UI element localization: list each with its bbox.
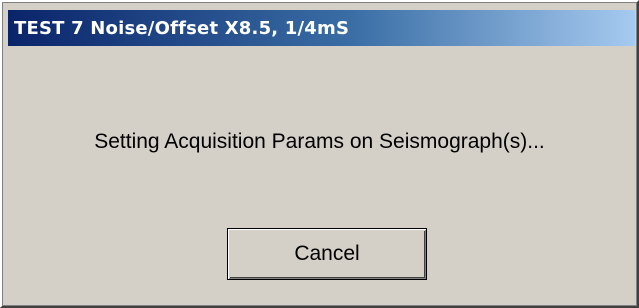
cancel-button[interactable]: Cancel bbox=[227, 228, 427, 280]
status-message: Setting Acquisition Params on Seismograp… bbox=[94, 130, 545, 153]
progress-dialog: TEST 7 Noise/Offset X8.5, 1/4mS Setting … bbox=[0, 0, 639, 308]
dialog-titlebar[interactable]: TEST 7 Noise/Offset X8.5, 1/4mS bbox=[8, 10, 635, 46]
dialog-title: TEST 7 Noise/Offset X8.5, 1/4mS bbox=[14, 17, 350, 39]
